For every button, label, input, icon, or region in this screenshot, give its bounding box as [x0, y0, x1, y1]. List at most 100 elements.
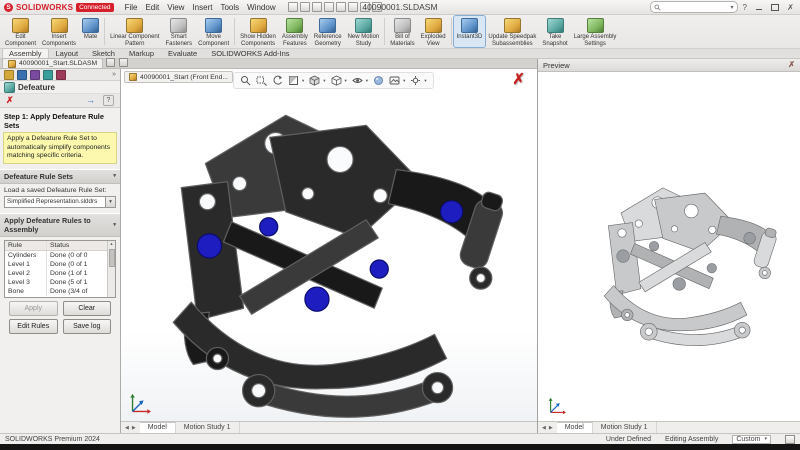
document-tab[interactable]: 40090001_Start.SLDASM — [2, 58, 103, 68]
tab-options-icon[interactable] — [119, 58, 128, 67]
ribbon-button-linear-component-pattern[interactable]: Linear Component Pattern — [107, 16, 162, 47]
previous-view-icon[interactable] — [272, 75, 283, 86]
table-row[interactable]: Cylinders Done (0 of 0 — [5, 251, 115, 260]
dropdown-icon[interactable]: ▾ — [345, 78, 347, 84]
ribbon-button-new-motion-study[interactable]: New Motion Study — [345, 16, 383, 47]
ribbon-button-smart-fasteners[interactable]: Smart Fasteners — [162, 16, 195, 47]
zoom-area-icon[interactable] — [256, 75, 267, 86]
tab-evaluate[interactable]: Evaluate — [161, 48, 204, 58]
dropdown-icon[interactable]: ▾ — [424, 78, 426, 84]
ribbon-button-reference-geometry[interactable]: Reference Geometry — [311, 16, 345, 47]
tab-layout[interactable]: Layout — [49, 48, 86, 58]
tab-scroll-right-icon[interactable]: ▶ — [132, 425, 136, 431]
menu-item-insert[interactable]: Insert — [188, 3, 216, 12]
rule-sets-group-header[interactable]: Defeature Rule Sets ▾ — [0, 169, 120, 184]
dropdown-icon[interactable]: ▾ — [302, 78, 304, 84]
close-button[interactable]: ✗ — [784, 2, 797, 13]
tab-sketch[interactable]: Sketch — [85, 48, 122, 58]
menu-item-file[interactable]: File — [121, 3, 142, 12]
configurations-icon[interactable] — [30, 70, 40, 80]
tab-scroll-left-icon[interactable]: ◀ — [542, 425, 546, 431]
menu-item-tools[interactable]: Tools — [216, 3, 243, 12]
table-row[interactable]: Bone Done (3/4 of — [5, 287, 115, 296]
dropdown-icon[interactable]: ▾ — [323, 78, 325, 84]
ribbon-button-update-speedpak[interactable]: Update Speedpak Subassemblies — [485, 16, 539, 47]
menu-item-window[interactable]: Window — [243, 3, 279, 12]
tab-assembly[interactable]: Assembly — [2, 48, 49, 58]
zoom-fit-icon[interactable] — [240, 75, 251, 86]
ribbon-button-show-hidden-components[interactable]: Show Hidden Components — [237, 16, 279, 47]
configuration-selector[interactable]: Custom ▾ — [732, 435, 771, 444]
graphics-viewport[interactable]: 40090001_Start (Front End... ▾ ▾ ▾ ▾ ▾ — [121, 69, 537, 433]
tab-model[interactable]: Model — [140, 422, 176, 433]
new-tab-icon[interactable] — [106, 58, 115, 67]
help-button[interactable]: ? — [741, 3, 749, 12]
pane-toggle-icon[interactable] — [785, 435, 795, 444]
titlebar-right: ▾ ? ✗ — [650, 1, 800, 13]
ribbon-button-assembly-features[interactable]: Assembly Features — [279, 16, 311, 47]
ribbon-button-take-snapshot[interactable]: Take Snapshot — [539, 16, 570, 47]
scrollbar-thumb[interactable] — [109, 249, 115, 267]
table-scrollbar[interactable]: ▲ — [107, 241, 115, 297]
table-row[interactable]: Level 3 Done (5 of 1 — [5, 278, 115, 287]
tab-scroll-left-icon[interactable]: ◀ — [125, 425, 129, 431]
hide-show-items-icon[interactable] — [352, 75, 363, 86]
save-log-button[interactable]: Save log — [63, 319, 112, 334]
feature-tree-icon[interactable] — [4, 70, 14, 80]
ribbon-button-insert-components[interactable]: Insert Components — [39, 16, 79, 47]
assembly-features-icon — [286, 18, 303, 33]
simplified-preview-model[interactable] — [580, 177, 790, 351]
ribbon-button-exploded-view[interactable]: Exploded View — [418, 16, 449, 47]
cancel-icon[interactable]: ✗ — [6, 96, 14, 105]
section-view-icon[interactable] — [288, 75, 299, 86]
rule-set-dropdown-icon[interactable]: ▾ — [105, 197, 115, 207]
menu-item-edit[interactable]: Edit — [141, 3, 163, 12]
table-row[interactable]: Level 2 Done (1 of 1 — [5, 269, 115, 278]
apply-button[interactable]: Apply — [9, 301, 58, 316]
edit-rules-button[interactable]: Edit Rules — [9, 319, 58, 334]
rule-status-table[interactable]: Rule Status Cylinders Done (0 of 0 Level… — [4, 240, 116, 298]
display-manager-icon[interactable] — [56, 70, 66, 80]
ribbon-button-move-component[interactable]: Move Component — [195, 16, 232, 47]
clear-button[interactable]: Clear — [63, 301, 112, 316]
tab-motion-study-1[interactable]: Motion Study 1 — [176, 422, 240, 433]
assembly-3d-model[interactable] — [127, 95, 529, 427]
display-style-icon[interactable] — [331, 75, 342, 86]
dimxpert-icon[interactable] — [43, 70, 53, 80]
rule-set-dropdown[interactable]: Simplified Representation.slddrs ▾ — [4, 196, 116, 208]
search-input[interactable]: ▾ — [650, 1, 738, 13]
property-manager-icon[interactable] — [17, 70, 27, 80]
ribbon-button-mate[interactable]: Mate — [79, 16, 102, 47]
next-step-icon[interactable]: → — [86, 96, 95, 105]
preview-tab-motion-study-1[interactable]: Motion Study 1 — [593, 422, 657, 433]
tab-markup[interactable]: Markup — [122, 48, 161, 58]
apply-scene-icon[interactable] — [389, 75, 400, 86]
view-orientation-icon[interactable] — [309, 75, 320, 86]
ribbon-button-edit-component[interactable]: Edit Component — [2, 16, 39, 47]
minimize-button[interactable] — [752, 2, 765, 13]
panel-help-icon[interactable]: ? — [103, 95, 114, 106]
tab-scroll-right-icon[interactable]: ▶ — [549, 425, 553, 431]
dropdown-icon[interactable]: ▾ — [366, 78, 368, 84]
ribbon-button-instant3d[interactable]: Instant3D — [454, 16, 486, 47]
edit-appearance-icon[interactable] — [373, 75, 384, 86]
apply-rules-group-header[interactable]: Apply Defeature Rules to Assembly ▾ — [0, 213, 120, 237]
defeature-preview-pane[interactable]: Preview ✗ ◀ ▶ Model Motion Study 1 — [537, 59, 800, 433]
close-preview-icon[interactable]: ✗ — [512, 72, 525, 87]
instant3d-icon — [461, 18, 478, 33]
scroll-up-icon[interactable]: ▲ — [108, 241, 115, 247]
preview-tab-model[interactable]: Model — [557, 422, 593, 433]
search-dropdown-icon[interactable]: ▾ — [731, 4, 734, 11]
product-label: SOLIDWORKS Premium 2024 — [5, 436, 100, 443]
ribbon-button-bill-of-materials[interactable]: Bill of Materials — [387, 16, 417, 47]
viewport-document-tab[interactable]: 40090001_Start (Front End... — [124, 71, 233, 83]
table-row[interactable]: Level 1 Done (0 of 1 — [5, 260, 115, 269]
maximize-button[interactable] — [768, 2, 781, 13]
menu-item-view[interactable]: View — [163, 3, 188, 12]
panel-pin-icon[interactable]: » — [112, 71, 116, 78]
dropdown-icon[interactable]: ▾ — [403, 78, 405, 84]
preview-close-icon[interactable]: ✗ — [788, 61, 795, 69]
view-settings-icon[interactable] — [410, 75, 421, 86]
ribbon-button-large-assembly-settings[interactable]: Large Assembly Settings — [571, 16, 620, 47]
tab-solidworks-addins[interactable]: SOLIDWORKS Add-Ins — [204, 48, 296, 58]
